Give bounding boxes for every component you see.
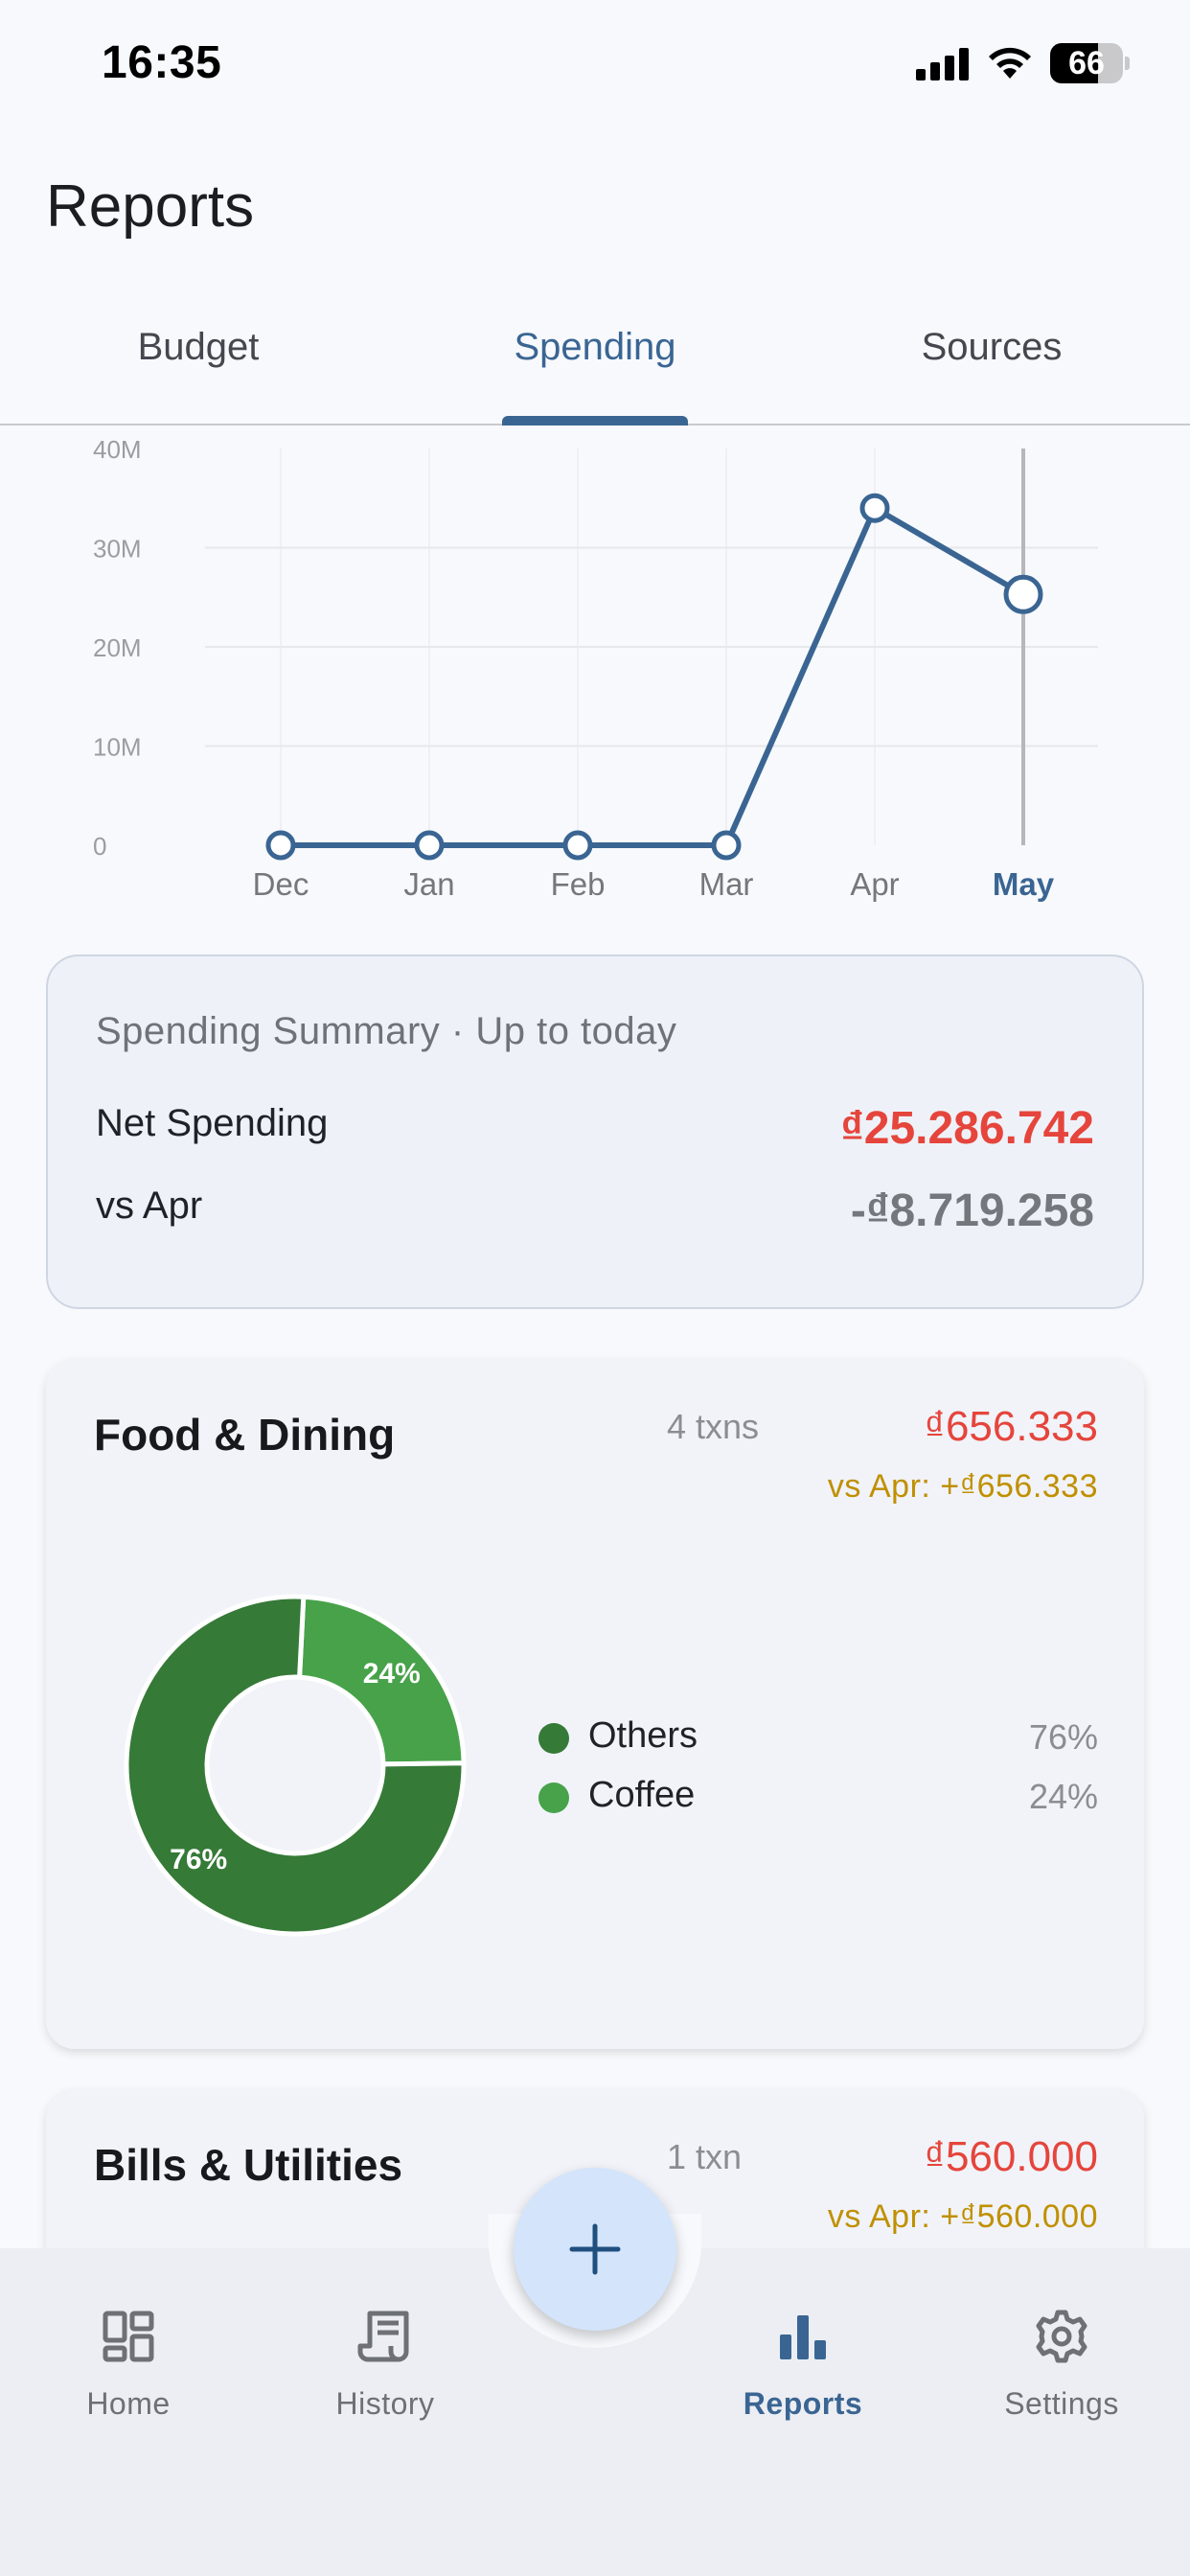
donut-slice-label: 76% [170,1844,227,1875]
nav-history[interactable]: History [289,2308,481,2422]
category-amount: ₫560.000 [924,2133,1098,2180]
tab-indicator [502,416,688,426]
status-time: 16:35 [102,37,222,88]
donut-legend: Others 76% Coffee 24% [538,1714,1098,1832]
battery-level: 66 [1068,45,1105,81]
data-point-jan[interactable] [414,830,445,861]
y-tick-label: 10M [93,733,142,762]
summary-title: Spending Summary · Up to today [96,1010,677,1052]
x-tick-label[interactable]: May [993,866,1055,902]
page-title: Reports [46,173,255,240]
gear-icon [1036,2310,1087,2363]
legend-dot-others [538,1723,569,1754]
legend-label: Others [588,1715,698,1756]
category-card-food-dining[interactable]: Food & Dining 4 txns ₫656.333 vs Apr: +₫… [46,1359,1144,2049]
receipt-icon [357,2311,409,2362]
legend-dot-coffee [538,1782,569,1813]
legend-item-others: Others 76% [538,1714,1098,1773]
tab-spending[interactable]: Spending [473,326,717,426]
series-line [281,505,1025,848]
vs-prev-label: vs Apr [96,1184,203,1227]
data-point-apr[interactable] [859,493,890,523]
x-tick-label[interactable]: Jan [403,866,454,902]
spending-line-chart[interactable]: 0 10M 20M 30M 40M Dec Jan Feb Mar Apr May [0,427,1190,916]
plus-icon [569,2223,621,2275]
y-tick-label: 30M [93,535,142,564]
bar-chart-icon [780,2315,826,2359]
legend-percent: 24% [1028,1777,1098,1816]
x-tick-label[interactable]: Apr [850,866,899,902]
battery-icon: 66 [1050,43,1130,83]
net-spending-value: ₫25.286.742 [840,1103,1094,1154]
add-transaction-button[interactable] [514,2168,676,2331]
y-tick-label: 40M [93,435,142,464]
category-donut-chart[interactable]: 24% 76% [123,1593,468,1938]
nav-settings[interactable]: Settings [966,2308,1157,2422]
nav-home[interactable]: Home [33,2308,224,2422]
cellular-signal-icon [916,48,969,80]
nav-label: Reports [743,2386,863,2421]
data-point-feb[interactable] [562,830,593,861]
legend-percent: 76% [1028,1717,1098,1757]
status-bar: 16:35 66 [0,0,1190,125]
report-tabs: Budget Spending Sources [0,307,1190,426]
spending-summary-card: Spending Summary · Up to today Net Spend… [46,954,1144,1309]
donut-slice-label: 24% [363,1658,421,1690]
data-point-may[interactable] [1003,574,1043,614]
nav-label: History [335,2386,435,2421]
y-tick-label: 20M [93,633,142,662]
dashboard-icon [103,2311,154,2362]
category-name: Food & Dining [94,1410,396,1460]
wifi-icon [989,47,1031,79]
nav-label: Settings [1004,2386,1119,2421]
category-txn-count: 1 txn [667,2137,743,2176]
legend-label: Coffee [588,1775,696,1815]
y-tick-label: 0 [93,832,106,861]
category-vs-prev: vs Apr: +₫560.000 [827,2198,1098,2235]
legend-item-coffee: Coffee 24% [538,1773,1098,1832]
category-amount: ₫656.333 [924,1403,1098,1450]
data-point-dec[interactable] [265,830,296,861]
category-vs-prev: vs Apr: +₫656.333 [827,1468,1098,1505]
x-tick-label[interactable]: Dec [253,866,309,902]
nav-reports[interactable]: Reports [707,2308,899,2422]
nav-label: Home [86,2386,171,2421]
category-name: Bills & Utilities [94,2140,403,2190]
data-point-mar[interactable] [711,830,742,861]
x-tick-label[interactable]: Feb [551,866,606,902]
category-txn-count: 4 txns [667,1407,760,1446]
tab-budget[interactable]: Budget [100,326,297,426]
vs-prev-value: -₫8.719.258 [850,1185,1094,1236]
net-spending-label: Net Spending [96,1102,329,1144]
tab-sources[interactable]: Sources [862,326,1121,426]
x-tick-label[interactable]: Mar [699,866,754,902]
